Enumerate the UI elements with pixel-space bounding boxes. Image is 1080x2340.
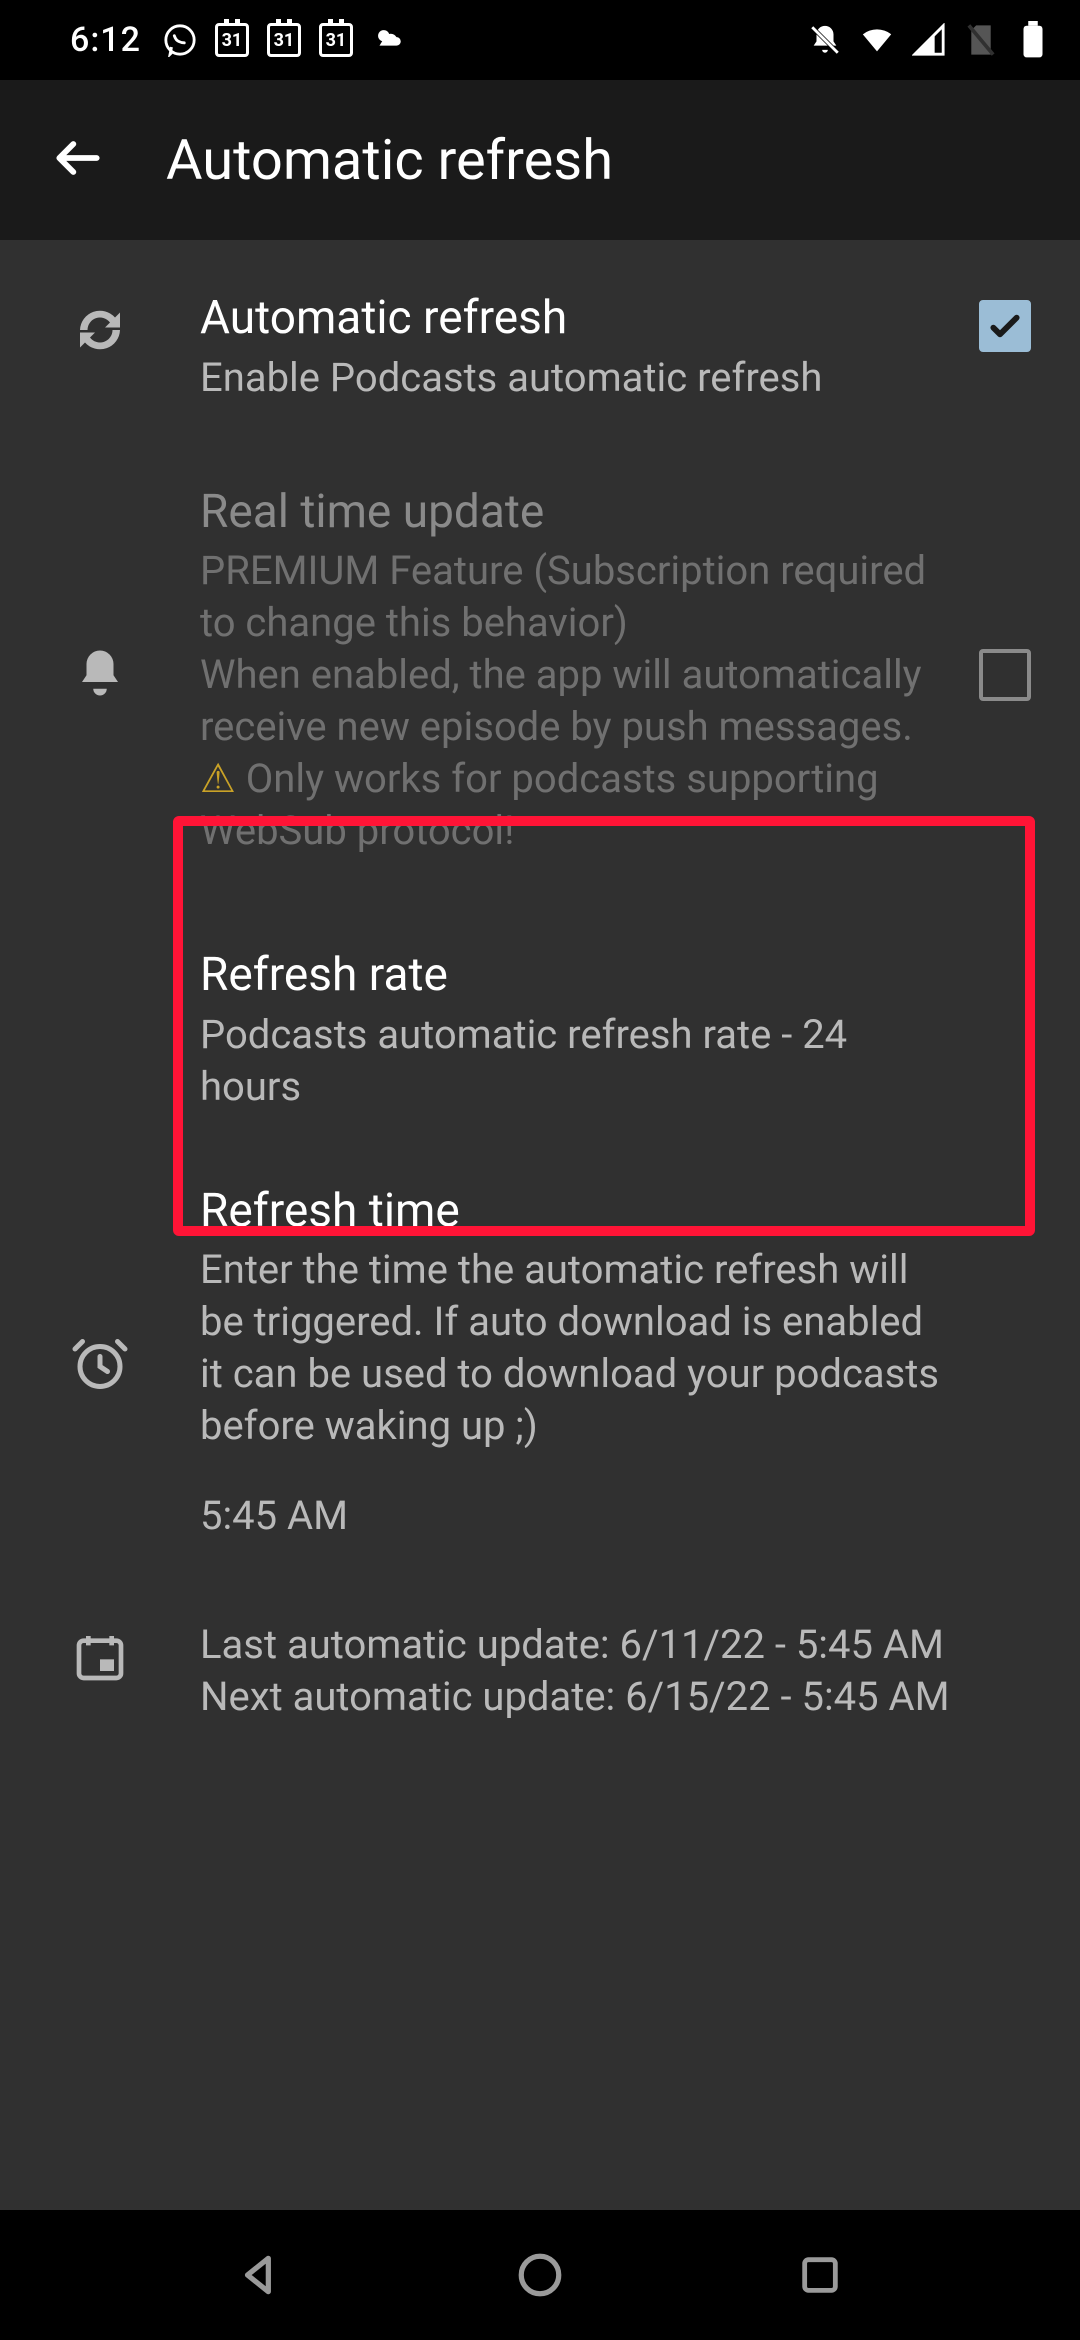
no-sim-icon [964,23,998,57]
setting-real-time-update: Real time update PREMIUM Feature (Subscr… [0,434,1080,908]
settings-list: Automatic refresh Enable Podcasts automa… [0,240,1080,2210]
nav-recent-button[interactable] [785,2240,855,2310]
setting-subtitle: Enter the time the automatic refresh wil… [200,1244,950,1452]
back-button[interactable] [50,130,106,190]
setting-subtitle: Podcasts automatic refresh rate - 24 hou… [200,1009,950,1113]
setting-title: Real time update [200,484,950,542]
status-bar: 6:12 31 31 31 [0,0,1080,80]
setting-refresh-rate[interactable]: Refresh rate Podcasts automatic refresh … [0,907,1080,1143]
nav-back-button[interactable] [225,2240,295,2310]
next-update-text: Next automatic update: 6/15/22 - 5:45 AM [200,1671,950,1723]
signal-icon [912,23,946,57]
whatsapp-icon [163,23,197,57]
calendar-icon: 31 [215,23,249,57]
alarm-clock-icon [70,1334,130,1398]
battery-icon [1016,23,1050,57]
bell-icon [73,646,127,704]
setting-refresh-time[interactable]: Refresh time Enter the time the automati… [0,1143,1080,1580]
setting-schedule-info: Last automatic update: 6/11/22 - 5:45 AM… [0,1579,1080,1753]
setting-subtitle: Enable Podcasts automatic refresh [200,352,950,404]
refresh-time-value: 5:45 AM [200,1492,950,1539]
setting-title: Refresh time [200,1183,950,1241]
calendar-icon: 31 [267,23,301,57]
setting-title: Refresh rate [200,947,950,1005]
refresh-icon [70,300,130,364]
auto-refresh-checkbox[interactable] [979,300,1031,352]
real-time-checkbox [979,649,1031,701]
calendar-day-icon [72,1629,128,1689]
wifi-icon [860,23,894,57]
weather-icon [371,23,405,57]
last-update-text: Last automatic update: 6/11/22 - 5:45 AM [200,1619,950,1671]
setting-automatic-refresh[interactable]: Automatic refresh Enable Podcasts automa… [0,260,1080,434]
nav-home-button[interactable] [505,2240,575,2310]
page-title: Automatic refresh [166,127,613,193]
system-nav-bar [0,2210,1080,2340]
status-time: 6:12 [70,20,141,60]
warning-icon: ⚠ [200,755,236,802]
dnd-icon [808,23,842,57]
setting-subtitle: PREMIUM Feature (Subscription required t… [200,545,950,857]
calendar-icon: 31 [319,23,353,57]
setting-title: Automatic refresh [200,290,950,348]
app-bar: Automatic refresh [0,80,1080,240]
